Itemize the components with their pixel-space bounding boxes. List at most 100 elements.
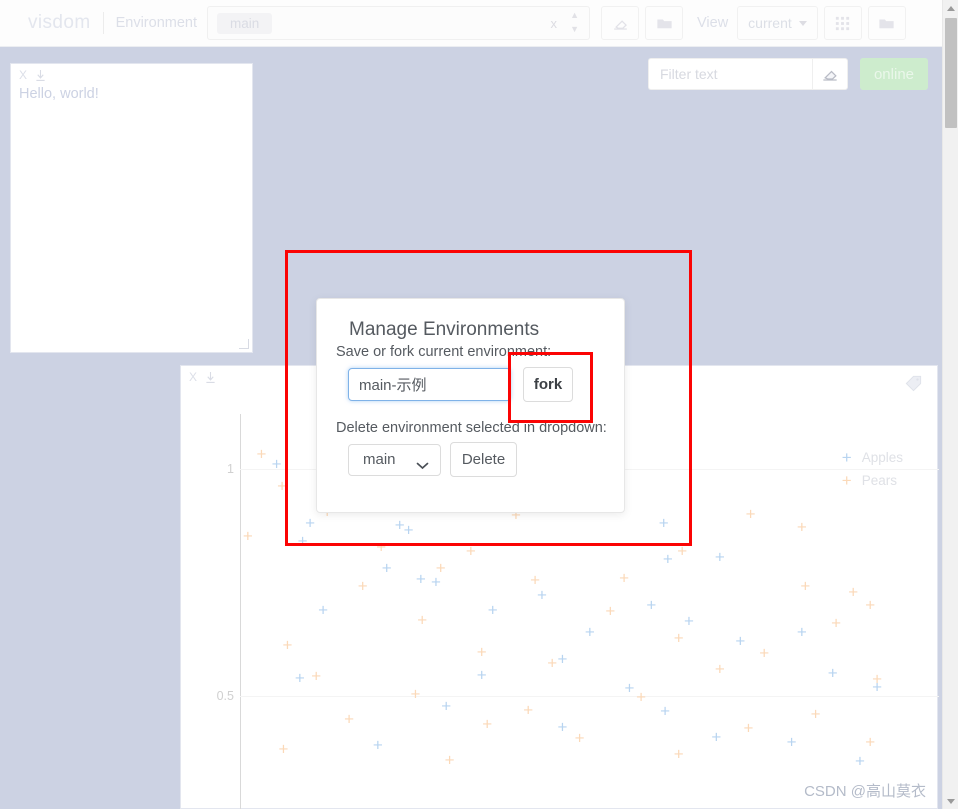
save-layout-button[interactable] (867, 6, 906, 40)
scatter-point-pears: + (530, 570, 541, 590)
close-icon[interactable]: X (19, 68, 27, 82)
plus-marker-icon: + (841, 471, 852, 490)
scatter-point-apples: + (658, 513, 669, 533)
chevron-down-icon (798, 20, 807, 26)
scatter-point-apples: + (557, 717, 568, 737)
scatter-point-pears: + (714, 659, 725, 679)
scrollbar-thumb[interactable] (945, 18, 957, 128)
scatter-point-apples: + (271, 454, 282, 474)
scatter-point-apples: + (786, 732, 797, 752)
scatter-point-apples: + (305, 513, 316, 533)
scatter-point-pears: + (872, 669, 883, 689)
manage-environments-dialog: Manage Environments Save or fork current… (316, 298, 625, 513)
scatter-point-apples: + (372, 735, 383, 755)
scatter-point-pears: + (831, 613, 842, 633)
scatter-point-apples: + (297, 531, 308, 551)
filter-input[interactable] (648, 58, 812, 90)
vertical-scrollbar[interactable] (942, 0, 958, 809)
y-axis-tick-label: 0.5 (216, 689, 234, 704)
pane-header: X (19, 68, 46, 82)
delete-button[interactable]: Delete (450, 442, 517, 477)
save-fork-label: Save or fork current environment: (336, 344, 552, 360)
y-axis-line (240, 414, 241, 809)
scatter-point-pears: + (865, 595, 876, 615)
fork-row: fork (348, 367, 573, 402)
scatter-point-pears: + (673, 628, 684, 648)
scatter-point-pears: + (311, 666, 322, 686)
scatter-point-apples: + (476, 665, 487, 685)
scatter-point-pears: + (865, 732, 876, 752)
scatter-point-pears: + (256, 444, 267, 464)
environment-name-input[interactable] (348, 368, 511, 401)
spinner-arrows[interactable]: ▲ ▼ (570, 11, 579, 34)
scatter-point-apples: + (714, 547, 725, 567)
legend-item-pears[interactable]: + Pears (842, 472, 903, 489)
view-selector[interactable]: current (737, 6, 818, 40)
environment-select-wrapper[interactable]: main (348, 443, 441, 476)
grid-icon (836, 16, 850, 30)
environment-select[interactable]: main (348, 443, 441, 476)
gridline (240, 696, 939, 698)
scatter-point-apples: + (735, 631, 746, 651)
scroll-down-button[interactable] (943, 793, 958, 809)
scatter-point-pears: + (410, 684, 421, 704)
scatter-point-pears: + (344, 709, 355, 729)
legend-label: Apples (861, 450, 903, 465)
dialog-title: Manage Environments (349, 319, 540, 340)
scatter-point-pears: + (547, 653, 558, 673)
scatter-point-apples: + (660, 701, 671, 721)
scatter-point-apples: + (646, 595, 657, 615)
legend-item-apples[interactable]: + Apples (842, 449, 903, 466)
layout-grid-button[interactable] (823, 6, 862, 40)
environment-tag-main[interactable]: main (217, 12, 273, 34)
scatter-point-apples: + (441, 696, 452, 716)
scatter-point-pears: + (800, 576, 811, 596)
download-icon[interactable] (35, 69, 46, 82)
scatter-point-pears: + (743, 718, 754, 738)
filter-bar: online (648, 58, 928, 90)
scatter-point-apples: + (584, 622, 595, 642)
scatter-point-apples: + (827, 663, 838, 683)
scatter-point-apples: + (557, 649, 568, 669)
scatter-point-pears: + (759, 643, 770, 662)
folder-icon (656, 19, 672, 28)
scatter-point-apples: + (294, 668, 305, 688)
scatter-point-apples: + (318, 600, 329, 620)
scatter-point-pears: + (619, 568, 629, 588)
resize-handle[interactable] (240, 340, 249, 349)
scatter-point-apples: + (662, 549, 673, 569)
chevron-down-icon[interactable]: ▼ (570, 25, 579, 34)
scatter-point-pears: + (673, 744, 684, 764)
scatter-point-pears: + (465, 541, 476, 561)
scroll-up-button[interactable] (943, 0, 958, 16)
legend-label: Pears (861, 473, 897, 488)
scatter-point-pears: + (242, 526, 253, 546)
scatter-point-pears: + (357, 576, 368, 596)
scatter-point-pears: + (796, 517, 807, 537)
scatter-point-pears: + (574, 728, 585, 748)
scatter-point-pears: + (677, 541, 688, 561)
top-toolbar: visdom Environment main x ▲ ▼ View curre… (0, 0, 942, 47)
text-pane-content: Hello, world! (19, 86, 99, 102)
scatter-point-pears: + (444, 750, 455, 770)
scatter-point-pears: + (282, 635, 293, 655)
text-pane[interactable]: X Hello, world! (10, 63, 253, 353)
scatter-point-apples: + (624, 678, 635, 698)
fork-button[interactable]: fork (523, 367, 573, 402)
view-label: View (697, 15, 729, 31)
close-icon[interactable]: x (551, 16, 558, 31)
chevron-up-icon[interactable]: ▲ (570, 11, 579, 20)
clear-environment-button[interactable] (601, 6, 639, 40)
y-axis-tick-label: 1 (227, 461, 234, 476)
scatter-point-pears: + (476, 642, 487, 662)
save-environment-button[interactable] (645, 6, 683, 40)
filter-clear-button[interactable] (812, 58, 848, 90)
scatter-point-apples: + (487, 600, 498, 620)
scatter-point-pears: + (848, 582, 859, 602)
divider (102, 12, 104, 34)
eraser-icon (613, 19, 627, 30)
environment-selector[interactable]: main x ▲ ▼ (207, 6, 590, 40)
scatter-point-pears: + (636, 687, 647, 707)
scatter-point-apples: + (684, 611, 694, 631)
folder-icon-2 (879, 19, 894, 28)
